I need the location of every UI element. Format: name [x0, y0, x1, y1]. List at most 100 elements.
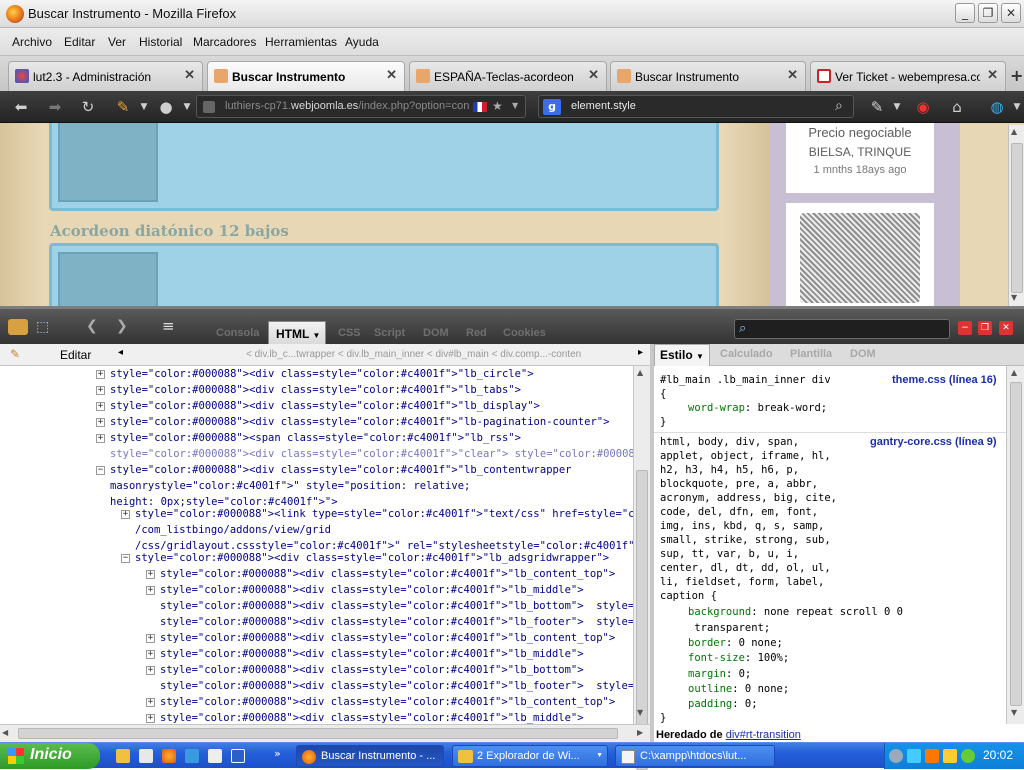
html-node-line[interactable]: style="color:#000088"><div class=style="…: [110, 414, 609, 430]
html-node-line[interactable]: style="color:#000088"><span class=style=…: [110, 430, 521, 446]
menu-herramientas[interactable]: Herramientas: [265, 35, 337, 49]
scroll-thumb[interactable]: [18, 728, 618, 739]
page-scrollbar[interactable]: ▲ ▼: [1008, 125, 1024, 306]
expand-node-icon[interactable]: +: [146, 570, 155, 579]
expand-node-icon[interactable]: +: [96, 386, 105, 395]
firebug-icon[interactable]: [8, 319, 28, 335]
close-tab-icon[interactable]: ✕: [787, 67, 798, 83]
tab-plantilla[interactable]: Plantilla: [790, 348, 832, 360]
url-bar[interactable]: luthiers-cp71.webjoomla.es/index.php?opt…: [196, 95, 526, 118]
detach-icon[interactable]: ❐: [978, 321, 992, 335]
html-node-line[interactable]: /com_listbingo/addons/view/grid: [135, 522, 331, 538]
css-style-panel[interactable]: #lb_main .lb_main_inner div theme.css (l…: [654, 366, 1006, 742]
start-button[interactable]: Inicio: [0, 743, 100, 769]
back-button[interactable]: ⬅: [10, 97, 32, 117]
tab-script[interactable]: Script: [374, 327, 405, 339]
css-panel-scrollbar[interactable]: ▲ ▼: [1006, 366, 1024, 724]
firebug-search-input[interactable]: ⌕: [734, 319, 950, 339]
breadcrumb-scroll-left-icon[interactable]: ◂: [118, 347, 123, 358]
home-icon[interactable]: ⌂: [946, 97, 968, 117]
scroll-down-icon[interactable]: ▼: [637, 708, 643, 717]
ad-card[interactable]: [49, 123, 719, 211]
pencil-icon[interactable]: ✎: [866, 97, 888, 117]
tab-buscar-instrumento-active[interactable]: Buscar Instrumento ✕: [207, 61, 405, 91]
html-node-line[interactable]: style="color:#000088"><div class=style="…: [160, 630, 615, 646]
edit-button[interactable]: Editar: [60, 348, 91, 362]
css-declaration[interactable]: word-wrap: break-word;: [688, 401, 827, 415]
html-node-line[interactable]: style="color:#000088"><div class=style="…: [110, 446, 633, 462]
firefox-quicklaunch-icon[interactable]: [162, 749, 176, 763]
expand-node-icon[interactable]: +: [146, 698, 155, 707]
scroll-right-icon[interactable]: ▶: [637, 728, 643, 737]
close-tab-icon[interactable]: ✕: [184, 67, 195, 83]
breadcrumb-item[interactable]: div.comp...-conten: [500, 349, 581, 360]
expand-node-icon[interactable]: +: [96, 370, 105, 379]
sidebar-ad-card[interactable]: Precio negociable BIELSA, TRINQUE 1 mnth…: [786, 123, 934, 193]
tab-admin[interactable]: lut2.3 - Administración ✕: [8, 61, 203, 91]
network-icon[interactable]: [907, 749, 921, 763]
breadcrumb-item[interactable]: div#lb_main: [435, 349, 488, 360]
css-declaration[interactable]: background: none repeat scroll 0 0: [688, 605, 903, 619]
html-node-line[interactable]: style="color:#000088"><div class=style="…: [160, 614, 633, 630]
scroll-left-icon[interactable]: ◀: [2, 728, 8, 737]
minimize-button[interactable]: _: [955, 3, 975, 23]
task-firefox[interactable]: Buscar Instrumento - ...: [296, 745, 444, 767]
globe-icon[interactable]: ◍: [986, 97, 1008, 117]
close-icon[interactable]: ✕: [999, 321, 1013, 335]
menu-ver[interactable]: Ver: [108, 35, 126, 49]
menu-archivo[interactable]: Archivo: [12, 35, 52, 49]
tab-calculado[interactable]: Calculado: [720, 348, 773, 360]
expand-node-icon[interactable]: +: [146, 666, 155, 675]
reload-button[interactable]: ↻: [77, 97, 99, 117]
expand-node-icon[interactable]: +: [146, 650, 155, 659]
html-node-line[interactable]: style="color:#000088"><div class=style="…: [110, 382, 521, 398]
menu-historial[interactable]: Historial: [139, 35, 182, 49]
css-declaration[interactable]: transparent;: [688, 621, 770, 635]
menu-ayuda[interactable]: Ayuda: [345, 35, 379, 49]
css-declaration[interactable]: padding: 0;: [688, 697, 758, 711]
folder-icon[interactable]: [116, 749, 130, 763]
google-icon[interactable]: g: [543, 99, 561, 115]
calculator-icon[interactable]: [208, 749, 222, 763]
comment-icon[interactable]: ●: [155, 97, 177, 117]
tray-chevron-icon[interactable]: [889, 749, 903, 763]
tab-html[interactable]: HTML ▼: [268, 321, 326, 345]
expand-node-icon[interactable]: +: [146, 634, 155, 643]
collapse-node-icon[interactable]: −: [96, 466, 105, 475]
close-tab-icon[interactable]: ✕: [987, 67, 998, 83]
xampp-icon[interactable]: [925, 749, 939, 763]
volume-icon[interactable]: [961, 749, 975, 763]
ad-thumbnail[interactable]: [58, 252, 158, 306]
search-bar[interactable]: g element.style ⌕: [538, 95, 854, 118]
new-tab-button[interactable]: +: [1010, 66, 1023, 85]
inspect-icon[interactable]: ⬚: [36, 319, 49, 335]
html-node-line[interactable]: masonrystyle="color:#c4001f">" style="po…: [110, 478, 470, 494]
chevron-down-icon[interactable]: ▼: [1006, 97, 1024, 117]
tab-red[interactable]: Red: [466, 327, 487, 339]
css-declaration[interactable]: margin: 0;: [688, 667, 751, 681]
app-icon[interactable]: [231, 749, 245, 763]
html-node-line[interactable]: style="color:#000088"><div class=style="…: [160, 678, 633, 694]
breadcrumb-item[interactable]: div.lb_c...twrapper: [255, 349, 335, 360]
html-node-line[interactable]: style="color:#000088"><div class=style="…: [160, 646, 584, 662]
ie-icon[interactable]: [185, 749, 199, 763]
css-declaration[interactable]: outline: 0 none;: [688, 682, 789, 696]
expand-node-icon[interactable]: +: [96, 434, 105, 443]
tab-dom[interactable]: DOM: [423, 327, 449, 339]
html-node-line[interactable]: style="color:#000088"><div class=style="…: [160, 566, 615, 582]
tab-buscar-instrumento-2[interactable]: Buscar Instrumento ✕: [610, 61, 806, 91]
html-node-line[interactable]: style="color:#000088"><div class=style="…: [135, 550, 609, 566]
expand-node-icon[interactable]: +: [121, 510, 130, 519]
search-icon[interactable]: ⌕: [835, 98, 843, 114]
record-icon[interactable]: ◉: [912, 97, 934, 117]
css-source-link[interactable]: theme.css (línea 16): [892, 373, 997, 387]
html-node-line[interactable]: style="color:#000088"><div class=style="…: [160, 662, 584, 678]
tab-cookies[interactable]: Cookies: [503, 327, 546, 339]
more-quicklaunch-icon[interactable]: »: [274, 747, 281, 760]
scroll-up-icon[interactable]: ▲: [1011, 127, 1023, 139]
scroll-up-icon[interactable]: ▲: [637, 368, 643, 377]
breadcrumb-scroll-right-icon[interactable]: ▸: [638, 347, 643, 358]
security-icon[interactable]: [943, 749, 957, 763]
menu-editar[interactable]: Editar: [64, 35, 95, 49]
expand-node-icon[interactable]: +: [96, 402, 105, 411]
